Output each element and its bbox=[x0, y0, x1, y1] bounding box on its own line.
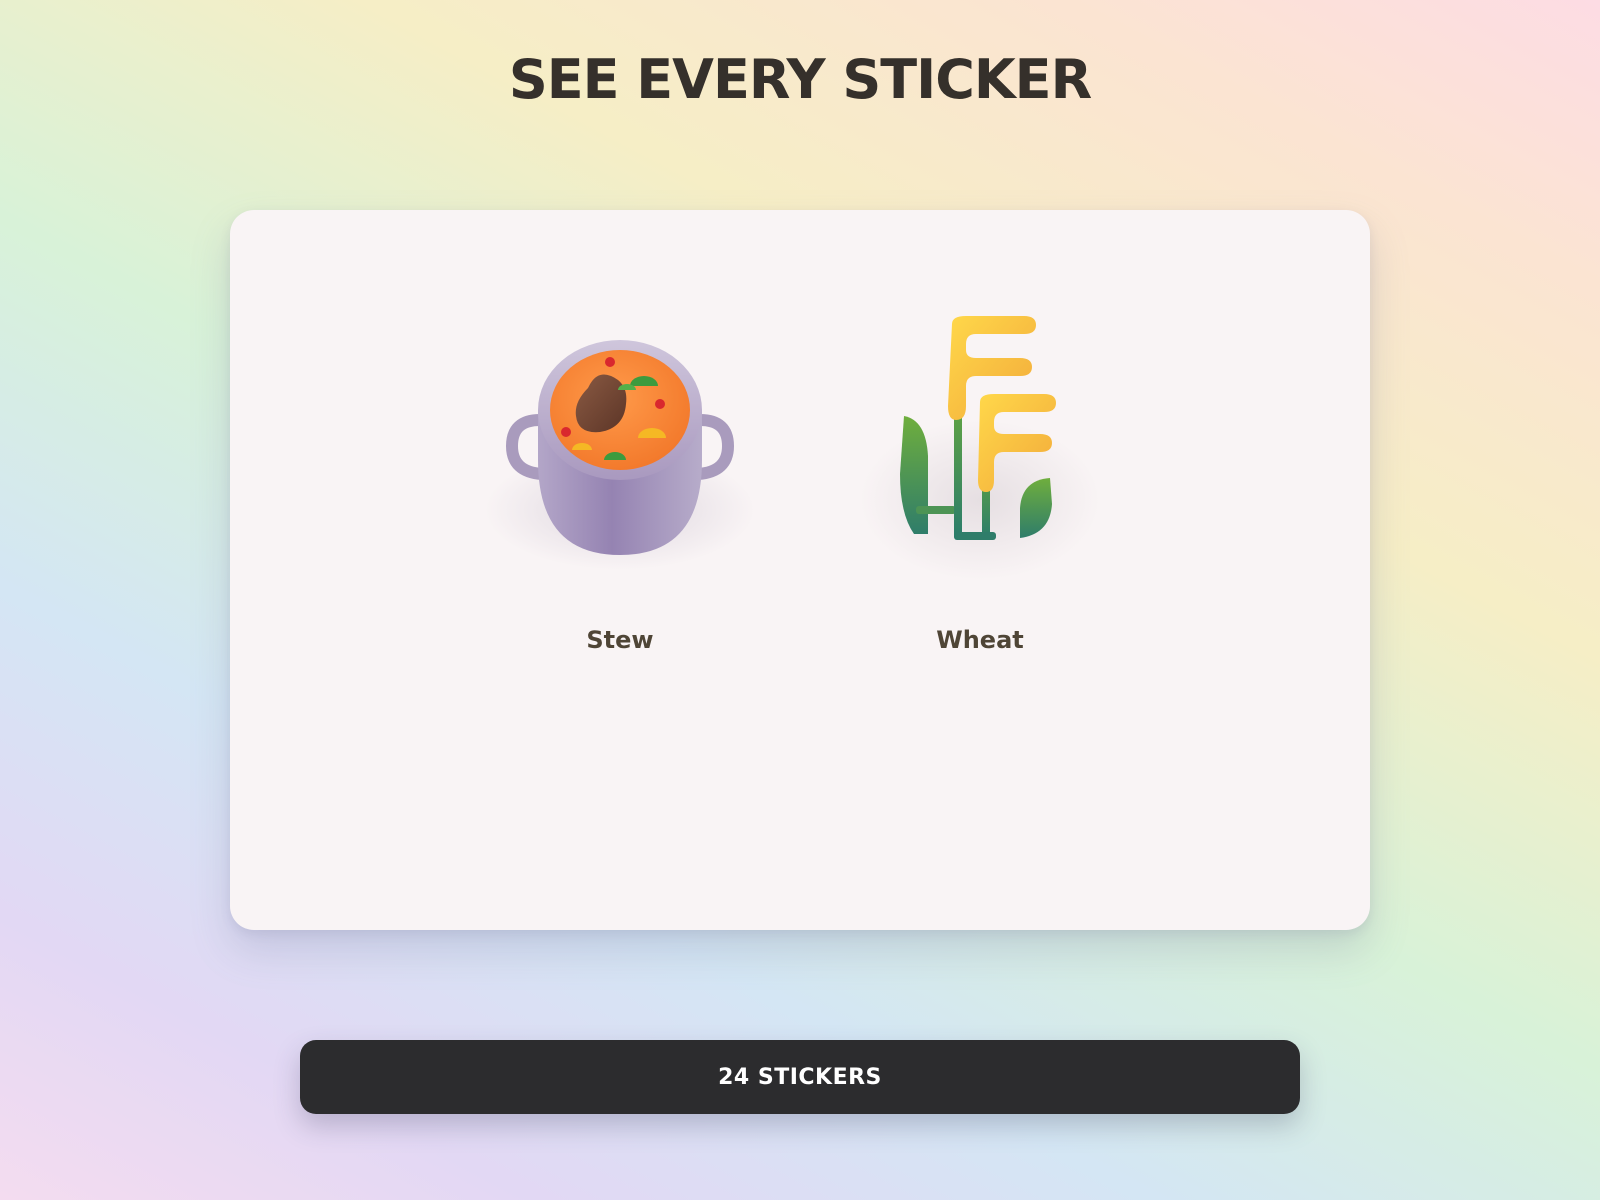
sticker-item-wheat[interactable]: Wheat bbox=[830, 310, 1130, 670]
page-title: SEE EVERY STICKER bbox=[508, 48, 1092, 111]
sticker-gallery-card: Stew Wheat bbox=[230, 210, 1370, 930]
sticker-label-stew: Stew bbox=[586, 626, 654, 654]
sticker-label-wheat: Wheat bbox=[936, 626, 1024, 654]
sticker-item-stew[interactable]: Stew bbox=[470, 310, 770, 670]
wheat-icon bbox=[860, 310, 1100, 580]
sticker-count-button[interactable]: 24 STICKERS bbox=[300, 1040, 1300, 1114]
stew-pot-icon bbox=[485, 310, 755, 570]
